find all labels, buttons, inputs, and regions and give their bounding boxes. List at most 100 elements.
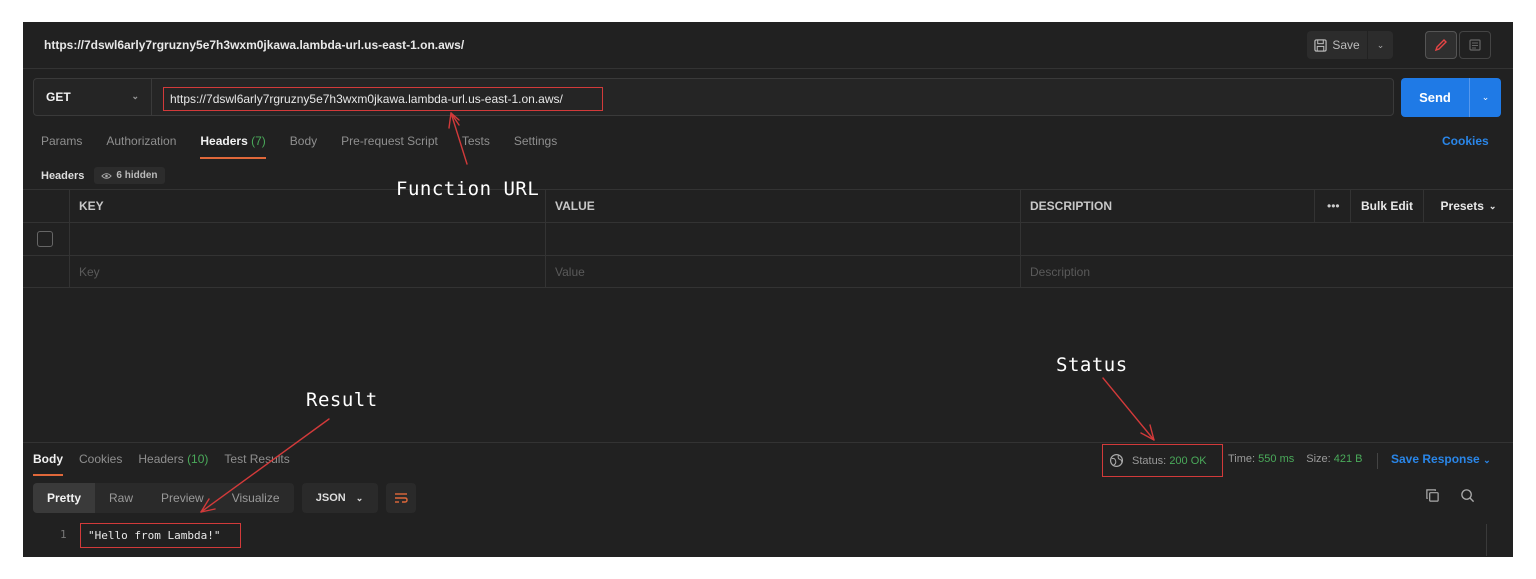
tab-pre-request-script[interactable]: Pre-request Script <box>341 134 438 156</box>
view-mode-selector: Pretty Raw Preview Visualize <box>33 483 294 513</box>
response-view-bar: Pretty Raw Preview Visualize JSON ⌄ <box>33 483 416 513</box>
view-visualize[interactable]: Visualize <box>218 483 294 513</box>
response-tabs: Body Cookies Headers (10) Test Results <box>33 452 290 476</box>
key-input[interactable]: Key <box>69 256 545 288</box>
value-cell[interactable] <box>545 223 1020 255</box>
url-input[interactable]: https://7dswl6arly7rgruzny5e7h3wxm0jkawa… <box>163 87 603 111</box>
response-body-line: 1 "Hello from Lambda!" <box>23 522 1483 548</box>
response-body[interactable]: "Hello from Lambda!" <box>80 523 241 548</box>
save-button[interactable]: Save <box>1307 31 1367 59</box>
save-options-button[interactable]: ⌄ <box>1367 31 1393 59</box>
save-icon <box>1314 38 1327 52</box>
edit-mode-button[interactable] <box>1425 31 1457 59</box>
chevron-down-icon: ⌄ <box>1483 455 1491 465</box>
tab-headers[interactable]: Headers (7) <box>200 134 267 159</box>
request-tabs: Params Authorization Headers (7) Body Pr… <box>41 134 557 159</box>
send-options-button[interactable]: ⌄ <box>1469 78 1501 117</box>
pencil-icon <box>1434 39 1447 52</box>
hidden-count: 6 hidden <box>116 170 158 181</box>
new-row-checkbox-cell <box>23 256 69 288</box>
response-time[interactable]: Time: 550 ms <box>1228 453 1294 469</box>
presets-dropdown[interactable]: Presets ⌄ <box>1423 190 1513 222</box>
select-column <box>23 190 69 222</box>
time-label: Time: <box>1228 453 1256 465</box>
row-checkbox[interactable] <box>37 231 53 247</box>
save-response-button[interactable]: Save Response ⌄ <box>1391 452 1491 466</box>
tab-tests[interactable]: Tests <box>462 134 490 156</box>
globe-icon <box>1109 453 1124 468</box>
bulk-edit-button[interactable]: Bulk Edit <box>1350 190 1423 222</box>
annotation-status: Status <box>1056 354 1128 376</box>
format-select[interactable]: JSON ⌄ <box>301 483 378 513</box>
tab-authorization[interactable]: Authorization <box>106 134 176 156</box>
request-title[interactable]: https://7dswl6arly7rgruzny5e7h3wxm0jkawa… <box>44 38 464 52</box>
response-meta: Time: 550 ms Size: 421 B <box>1228 453 1378 469</box>
more-options-button[interactable]: ••• <box>1314 190 1350 222</box>
url-bar: GET ⌄ https://7dswl6arly7rgruzny5e7h3wxm… <box>33 78 1394 116</box>
size-label: Size: <box>1306 453 1331 465</box>
meta-divider <box>1376 453 1378 469</box>
send-button[interactable]: Send <box>1401 78 1469 117</box>
chevron-down-icon: ⌄ <box>1376 39 1385 50</box>
response-tab-headers[interactable]: Headers (10) <box>138 452 208 474</box>
table-header-row: KEY VALUE DESCRIPTION ••• Bulk Edit Pres… <box>23 189 1513 222</box>
response-tab-test-results[interactable]: Test Results <box>224 452 289 474</box>
postman-window: https://7dswl6arly7rgruzny5e7h3wxm0jkawa… <box>23 22 1513 557</box>
search-icon[interactable] <box>1460 488 1475 503</box>
mode-toggle <box>1425 31 1491 59</box>
format-label: JSON <box>315 492 346 504</box>
description-column-header: DESCRIPTION <box>1020 190 1314 222</box>
url-text: https://7dswl6arly7rgruzny5e7h3wxm0jkawa… <box>170 92 563 106</box>
hidden-headers-toggle[interactable]: 6 hidden <box>94 167 165 184</box>
response-divider[interactable] <box>23 442 1513 443</box>
save-group: Save ⌄ <box>1307 31 1393 59</box>
chevron-down-icon: ⌄ <box>131 91 139 101</box>
save-label: Save <box>1332 38 1360 52</box>
view-preview[interactable]: Preview <box>147 483 218 513</box>
size-value: 421 B <box>1333 453 1363 465</box>
response-scrollbar[interactable] <box>1486 524 1487 556</box>
response-tab-cookies[interactable]: Cookies <box>79 452 122 474</box>
tab-body[interactable]: Body <box>290 134 317 156</box>
table-row-new: Key Value Description <box>23 255 1513 288</box>
response-tab-body[interactable]: Body <box>33 452 63 476</box>
annotation-result: Result <box>306 389 378 411</box>
documentation-mode-button[interactable] <box>1459 31 1491 59</box>
cookies-link[interactable]: Cookies <box>1442 134 1489 148</box>
status-label: Status: <box>1132 454 1167 467</box>
headers-subheader: Headers 6 hidden <box>41 167 165 184</box>
key-cell[interactable] <box>69 223 545 255</box>
table-row <box>23 222 1513 255</box>
method-label: GET <box>46 90 71 104</box>
title-bar: https://7dswl6arly7rgruzny5e7h3wxm0jkawa… <box>23 22 1513 69</box>
copy-icon[interactable] <box>1425 488 1440 503</box>
time-value: 550 ms <box>1258 453 1295 465</box>
response-size[interactable]: Size: 421 B <box>1306 453 1362 469</box>
description-input[interactable]: Description <box>1020 256 1314 288</box>
line-number: 1 <box>60 528 67 541</box>
value-input[interactable]: Value <box>545 256 1020 288</box>
response-tab-headers-count: (10) <box>187 452 209 466</box>
description-cell[interactable] <box>1020 223 1314 255</box>
response-actions <box>1425 488 1475 503</box>
tab-params[interactable]: Params <box>41 134 82 156</box>
tab-headers-count: (7) <box>251 134 266 148</box>
status-arrow <box>1102 377 1155 441</box>
chevron-down-icon: ⌄ <box>355 492 364 503</box>
value-column-header: VALUE <box>545 190 1020 222</box>
response-tab-headers-label: Headers <box>138 452 184 466</box>
headers-section-title: Headers <box>41 169 85 182</box>
method-select[interactable]: GET ⌄ <box>34 79 152 115</box>
status-value: 200 OK <box>1169 454 1207 467</box>
status-indicator[interactable]: Status: 200 OK <box>1102 444 1223 477</box>
save-response-label: Save Response <box>1391 452 1480 466</box>
headers-table: KEY VALUE DESCRIPTION ••• Bulk Edit Pres… <box>23 189 1513 288</box>
send-group: Send ⌄ <box>1401 78 1501 117</box>
eye-icon <box>101 172 113 179</box>
view-raw[interactable]: Raw <box>95 483 147 513</box>
view-pretty[interactable]: Pretty <box>33 483 96 513</box>
chevron-down-icon: ⌄ <box>1488 200 1497 211</box>
tab-settings[interactable]: Settings <box>514 134 557 156</box>
row-checkbox-cell <box>23 223 69 255</box>
wrap-lines-button[interactable] <box>385 483 416 513</box>
